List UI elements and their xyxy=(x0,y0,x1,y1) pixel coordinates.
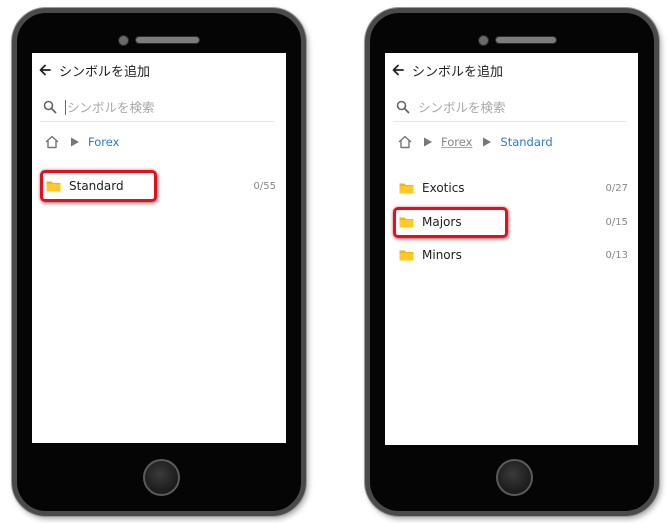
speaker-grille xyxy=(135,36,200,44)
home-button[interactable] xyxy=(143,459,180,496)
folder-icon xyxy=(399,183,414,194)
folder-label: Minors xyxy=(422,248,462,262)
breadcrumb: Forex xyxy=(44,133,119,151)
triangle-right-icon xyxy=(483,137,492,147)
breadcrumb: Forex Standard xyxy=(397,133,553,151)
app-header: シンボルを追加 xyxy=(32,53,286,87)
arrow-left-icon[interactable] xyxy=(38,63,52,77)
app-header: シンボルを追加 xyxy=(385,53,638,87)
header-title: シンボルを追加 xyxy=(59,64,151,80)
screen-right: シンボルを追加 Forex Standard xyxy=(385,53,638,445)
highlight-box xyxy=(393,207,508,238)
folder-count: 0/27 xyxy=(605,182,628,194)
search-icon xyxy=(396,100,410,114)
folder-count: 0/13 xyxy=(605,249,628,261)
search-icon xyxy=(43,100,57,114)
camera-icon xyxy=(478,35,489,46)
breadcrumb-standard[interactable]: Standard xyxy=(500,135,552,149)
arrow-left-icon[interactable] xyxy=(391,63,405,77)
folder-item-exotics[interactable]: Exotics 0/27 xyxy=(399,176,628,200)
home-icon[interactable] xyxy=(44,134,60,150)
phone-right: シンボルを追加 Forex Standard xyxy=(365,8,659,516)
highlight-box xyxy=(40,170,157,202)
search-bar[interactable] xyxy=(40,93,274,122)
breadcrumb-forex[interactable]: Forex xyxy=(88,135,119,149)
search-bar[interactable] xyxy=(393,93,626,122)
folder-icon xyxy=(399,250,414,261)
camera-icon xyxy=(118,35,129,46)
triangle-right-icon xyxy=(71,137,79,147)
folder-label: Exotics xyxy=(422,181,465,195)
home-icon[interactable] xyxy=(397,134,413,150)
folder-item-minors[interactable]: Minors 0/13 xyxy=(399,243,628,267)
speaker-grille xyxy=(495,36,557,44)
folder-count: 0/15 xyxy=(605,216,628,228)
folder-count: 0/55 xyxy=(253,180,276,192)
header-title: シンボルを追加 xyxy=(412,64,504,80)
triangle-right-icon xyxy=(424,137,432,147)
phone-left: シンボルを追加 Forex Standard 0/55 xyxy=(12,8,306,516)
home-button[interactable] xyxy=(496,459,533,496)
search-input[interactable] xyxy=(418,99,598,115)
search-input[interactable] xyxy=(65,99,247,115)
screen-left: シンボルを追加 Forex Standard 0/55 xyxy=(32,53,286,443)
breadcrumb-forex[interactable]: Forex xyxy=(441,135,472,149)
